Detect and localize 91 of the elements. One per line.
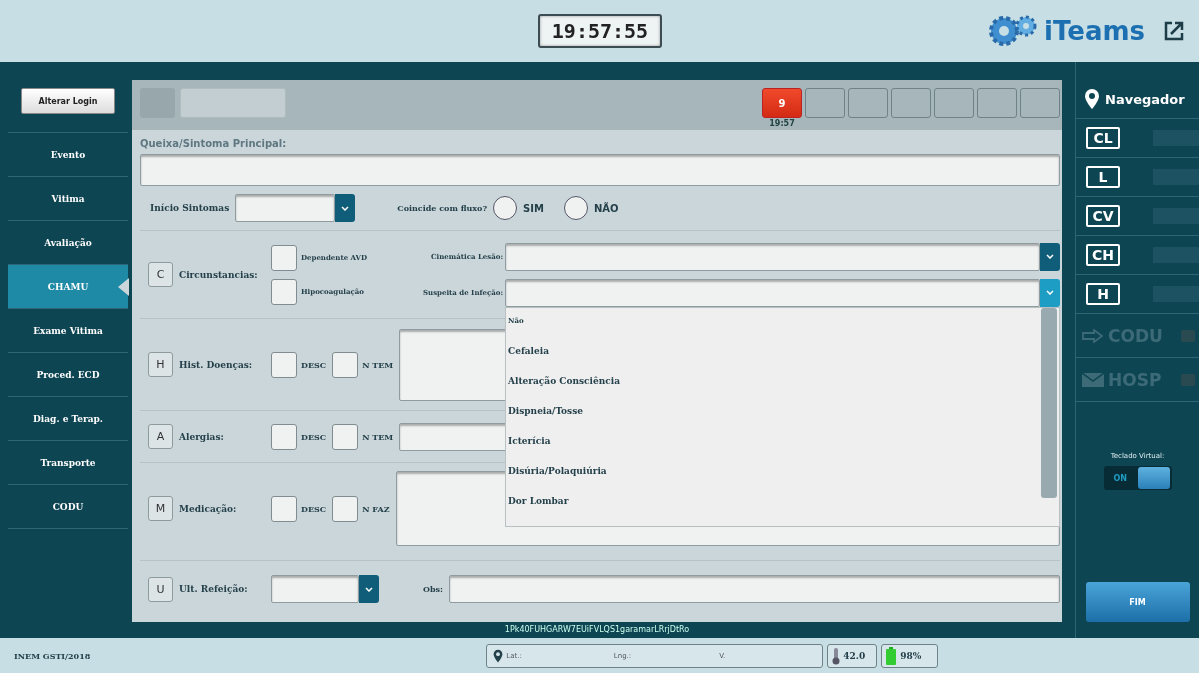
checkbox-label: N FAZ [362,503,390,514]
login-button[interactable]: Alterar Login [21,88,115,114]
battery-reading: 98% [900,650,922,661]
checkbox[interactable] [271,278,297,305]
section-letter: A [148,424,173,449]
organization-label: INEM GSTI/2018 [14,650,91,661]
dropdown-option[interactable]: Disúria/Polaquiúria [508,465,1041,496]
radio-label: NÃO [593,202,619,214]
dropdown-option[interactable]: Icterícia [508,435,1041,466]
section-label: Ult. Refeição: [179,584,249,594]
checkbox[interactable] [271,495,297,522]
dropdown-option[interactable]: Dor Lombar [508,495,1041,526]
field-label: Coincide com fluxo? [397,203,488,213]
code-button[interactable]: H [1086,283,1120,305]
keyboard-toggle[interactable]: ON [1103,466,1172,490]
location-pin-icon [1084,88,1100,110]
alert-slot[interactable] [934,88,974,118]
sidebar-item[interactable]: CHAMU [8,264,128,308]
dropdown-option[interactable]: Alteração Consciência [508,375,1041,406]
alert-slot[interactable] [805,88,845,118]
device-id: 1Pk40FUHGARW7EUiFVLQS1garamarLRrjDtRo [503,624,691,634]
code-button[interactable]: CH [1086,244,1120,266]
code-button[interactable]: L [1086,166,1120,188]
checkbox[interactable] [271,351,297,378]
alert-slot[interactable] [848,88,888,118]
sidebar-item[interactable]: Transporte [8,440,128,484]
code-button[interactable]: CV [1086,205,1120,227]
temperature-reading: 42.0 [843,650,866,661]
dropdown-select[interactable] [505,242,1060,271]
checkbox[interactable] [271,244,297,271]
caret-icon [365,586,373,592]
alert-count: 9 [778,97,786,109]
dropdown-option[interactable]: Cefaleia [508,345,1041,376]
dropdown-option[interactable]: Dispneia/Tosse [508,405,1041,436]
field-label: Queixa/Sintoma Principal: [140,138,288,149]
arrow-icon [1082,328,1104,343]
finish-button[interactable]: FIM [1085,582,1190,622]
complaint-field[interactable] [140,154,1060,186]
section-label: Alergias: [179,431,225,442]
checkbox-label: DESC [301,431,327,442]
caret-icon [1046,290,1054,295]
alert-time: 19:57 [768,119,796,128]
sidebar-item[interactable]: Vitima [8,176,128,220]
section-label: Circunstancias: [179,269,259,280]
section-letter: H [148,352,173,377]
alert-slot[interactable] [891,88,931,118]
caret-icon [1046,254,1054,259]
section-label: Medicação: [179,503,238,514]
code-button[interactable]: CL [1086,127,1120,149]
sidebar-item[interactable]: Exame Vitima [8,308,128,352]
checkbox-label: DESC [301,503,327,514]
field-label: Obs: [423,584,444,594]
onset-select[interactable] [235,194,356,222]
checkbox-label: N TEM [362,359,394,370]
sidebar-item[interactable]: Diag. e Terap. [8,396,128,440]
alert-slot[interactable] [977,88,1017,118]
exit-icon[interactable] [1163,20,1185,42]
section-letter: U [148,576,173,602]
envelope-icon [1082,372,1104,387]
toggle-knob[interactable] [1137,467,1170,489]
radio-button[interactable] [563,196,588,220]
sidebar-item[interactable]: Proced. ECD [8,352,128,396]
radio-label: SIM [523,202,544,214]
sidebar-item[interactable]: Evento [8,132,128,176]
panel-title: Navegador [1105,91,1185,107]
checkbox[interactable] [332,351,359,378]
toolbar-field[interactable] [180,88,286,118]
checkbox[interactable] [332,423,359,450]
toggle-icon [1181,373,1195,386]
field-label: Início Sintomas [150,203,230,213]
toggle-state: ON [1112,473,1127,483]
clock: 19:57:55 [538,14,662,48]
section-label: Hist. Doenças: [179,359,254,370]
checkbox-label: DESC [301,359,327,370]
obs-field[interactable] [449,575,1060,603]
app-logo: iTeams [1044,16,1145,46]
battery-icon [886,646,897,665]
caret-icon [341,205,350,211]
checkbox[interactable] [271,423,297,450]
sidebar-item[interactable]: CODU [8,484,128,528]
thermometer-icon [832,646,841,665]
section-letter: C [148,262,173,287]
checkbox-label: N TEM [362,431,394,442]
radio-button[interactable] [493,196,518,220]
toggle-icon [1181,329,1195,342]
meal-select[interactable] [271,575,379,603]
location-pin-icon [493,648,504,663]
alert-slot[interactable] [1020,88,1060,118]
checkbox[interactable] [332,495,359,522]
section-letter: M [148,496,173,521]
scrollbar-thumb[interactable] [1041,307,1057,498]
